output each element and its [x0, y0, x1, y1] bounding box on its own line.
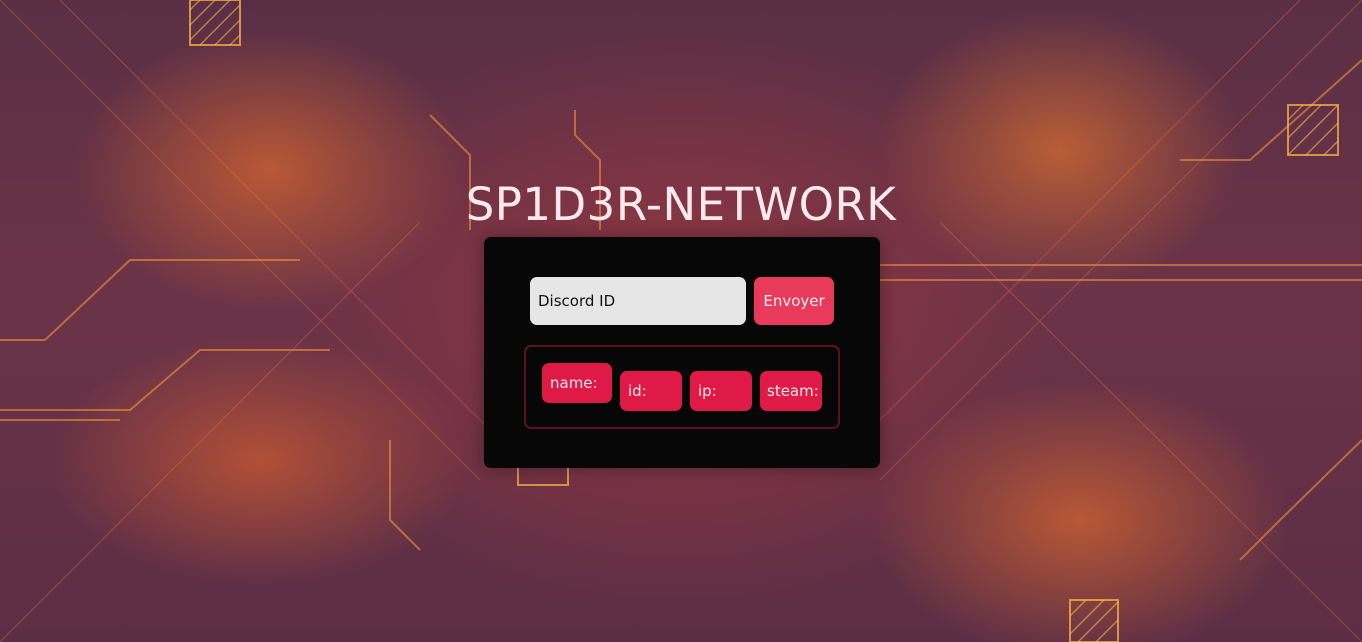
- discord-id-input[interactable]: [530, 277, 746, 325]
- page-title: SP1D3R-NETWORK: [465, 178, 897, 231]
- envoyer-button[interactable]: Envoyer: [754, 277, 834, 325]
- id-field: id:: [620, 371, 682, 411]
- result-panel: name: id: ip: steam:: [524, 345, 840, 429]
- ip-field: ip:: [690, 371, 752, 411]
- steam-field: steam:: [760, 371, 822, 411]
- name-field: name:: [542, 363, 612, 403]
- lookup-card: Envoyer name: id: ip: steam:: [484, 237, 880, 468]
